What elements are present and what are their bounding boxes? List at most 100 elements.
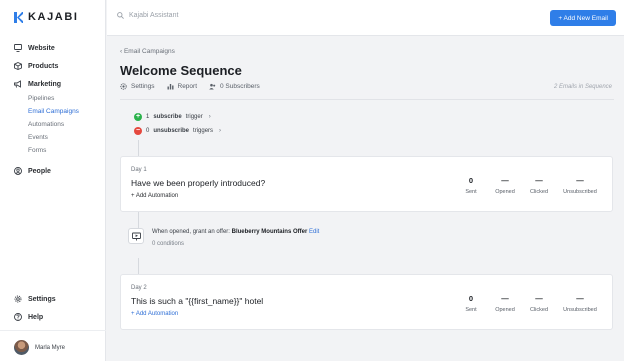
subscribe-trigger-row[interactable]: + 1 subscribe trigger › <box>134 113 211 121</box>
email-day: Day 2 <box>131 285 147 291</box>
email-subject[interactable]: Have we been properly introduced? <box>131 178 265 188</box>
sidebar-item-label: Marketing <box>28 80 62 88</box>
stat-unsubscribed: — Unsubscribed <box>556 294 604 313</box>
unsubscribe-trigger-type: unsubscribe <box>153 128 190 134</box>
unsubscribe-trigger-label: triggers <box>193 128 214 134</box>
stat-value: — <box>576 176 584 185</box>
sidebar-item-label: Help <box>28 313 44 321</box>
stat-label: Sent <box>465 189 477 195</box>
page-title: Welcome Sequence <box>120 63 242 78</box>
sidebar-item-help[interactable]: Help <box>14 313 43 321</box>
sidebar-item-products[interactable]: Products <box>14 62 58 70</box>
minus-icon: − <box>134 127 142 135</box>
sidebar-subitem-forms[interactable]: Forms <box>28 147 46 154</box>
search-icon <box>117 12 124 19</box>
unsubscribe-trigger-row[interactable]: − 0 unsubscribe triggers › <box>134 127 221 135</box>
stat-sent: 0 Sent <box>454 176 488 195</box>
stat-label: Opened <box>495 189 515 195</box>
sidebar-item-people[interactable]: People <box>14 167 51 175</box>
stat-value: — <box>501 294 509 303</box>
sidebar: KAJABI Website Products Marketing Pipeli… <box>0 0 106 361</box>
gear-icon <box>14 295 22 303</box>
automation-action[interactable]: When opened, grant an offer: Blueberry M… <box>128 228 319 249</box>
report-label: Report <box>177 83 198 90</box>
stat-label: Unsubscribed <box>563 307 597 313</box>
automation-description: When opened, grant an offer: Blueberry M… <box>152 228 319 249</box>
add-automation-link[interactable]: + Add Automation <box>131 311 178 317</box>
sidebar-item-website[interactable]: Website <box>14 44 55 52</box>
edit-automation-link[interactable]: Edit <box>309 229 319 235</box>
kajabi-logo[interactable]: KAJABI <box>14 11 79 23</box>
timeline-connector <box>138 212 139 228</box>
person-circle-icon <box>14 167 22 175</box>
settings-label: Settings <box>131 83 155 90</box>
stat-label: Clicked <box>529 189 549 195</box>
add-new-email-button[interactable]: + Add New Email <box>550 10 616 26</box>
subscribe-trigger-count: 1 <box>146 114 150 120</box>
plus-icon: + <box>134 113 142 121</box>
report-link[interactable]: Report <box>167 83 198 90</box>
stat-unsubscribed: — Unsubscribed <box>556 176 604 195</box>
stat-value: 0 <box>468 176 474 185</box>
stat-sent: 0 Sent <box>454 294 488 313</box>
emails-count: 2 Emails in Sequence <box>553 84 612 90</box>
chevron-right-icon: › <box>208 114 211 120</box>
stat-label: Opened <box>495 307 515 313</box>
sidebar-subitem-email-campaigns[interactable]: Email Campaigns <box>28 108 79 115</box>
subscribers-label: 0 Subscribers <box>220 83 260 90</box>
sidebar-item-marketing[interactable]: Marketing <box>14 80 61 88</box>
sidebar-subitem-pipelines[interactable]: Pipelines <box>28 95 54 102</box>
sidebar-item-label: Website <box>28 44 55 52</box>
automation-line: When opened, grant an offer: Blueberry M… <box>152 228 319 237</box>
breadcrumb[interactable]: ‹ Email Campaigns <box>120 48 175 55</box>
stat-value: — <box>535 294 543 303</box>
stat-clicked: — Clicked <box>522 294 556 313</box>
subscribe-trigger-label: trigger <box>185 114 203 120</box>
chevron-right-icon: › <box>219 128 222 134</box>
header-divider <box>120 99 614 100</box>
subscribers-link[interactable]: 0 Subscribers <box>209 83 260 90</box>
settings-link[interactable]: Settings <box>120 83 155 90</box>
sidebar-item-label: Products <box>28 62 59 70</box>
user-menu[interactable]: Marla Myre <box>14 340 65 355</box>
timeline-connector <box>138 258 139 274</box>
sequence-meta: Settings Report 0 Subscribers <box>120 83 260 90</box>
subscribe-trigger-type: subscribe <box>153 114 182 120</box>
email-stats: 0 Sent — Opened — Clicked — Unsubscribed <box>454 294 604 313</box>
presentation-icon <box>131 232 141 240</box>
email-subject[interactable]: This is such a "{{first_name}}" hotel <box>131 296 263 306</box>
email-card[interactable]: Day 2 This is such a "{{first_name}}" ho… <box>120 274 613 330</box>
top-bar: Kajabi Assistant + Add New Email <box>107 0 624 36</box>
stat-opened: — Opened <box>488 176 522 195</box>
search-input[interactable]: Kajabi Assistant <box>117 12 178 19</box>
stat-opened: — Opened <box>488 294 522 313</box>
monitor-icon <box>14 44 22 52</box>
stat-clicked: — Clicked <box>522 176 556 195</box>
unsubscribe-trigger-count: 0 <box>146 128 150 134</box>
question-icon <box>14 313 22 321</box>
automation-prefix: When opened, grant an offer: <box>152 229 230 235</box>
stat-value: — <box>576 294 584 303</box>
email-card[interactable]: Day 1 Have we been properly introduced? … <box>120 156 613 212</box>
users-icon <box>209 83 216 90</box>
sidebar-subitem-automations[interactable]: Automations <box>28 121 64 128</box>
megaphone-icon <box>14 80 21 88</box>
search-placeholder: Kajabi Assistant <box>129 12 179 19</box>
action-icon-box <box>128 228 144 244</box>
kajabi-logo-icon <box>14 11 23 23</box>
stat-label: Unsubscribed <box>563 189 597 195</box>
stat-label: Sent <box>465 307 477 313</box>
timeline-connector <box>138 140 139 156</box>
sidebar-subitem-events[interactable]: Events <box>28 134 48 141</box>
offer-name: Blueberry Mountains Offer <box>231 229 308 235</box>
stat-value: — <box>501 176 509 185</box>
add-automation-link[interactable]: + Add Automation <box>131 193 178 199</box>
stat-label: Clicked <box>529 307 549 313</box>
sidebar-item-label: People <box>28 167 51 175</box>
sidebar-item-label: Settings <box>28 295 56 303</box>
avatar <box>14 340 29 355</box>
bar-chart-icon <box>167 84 173 90</box>
conditions-count: 0 conditions <box>152 241 185 247</box>
sidebar-item-settings[interactable]: Settings <box>14 295 56 303</box>
box-icon <box>14 62 22 70</box>
